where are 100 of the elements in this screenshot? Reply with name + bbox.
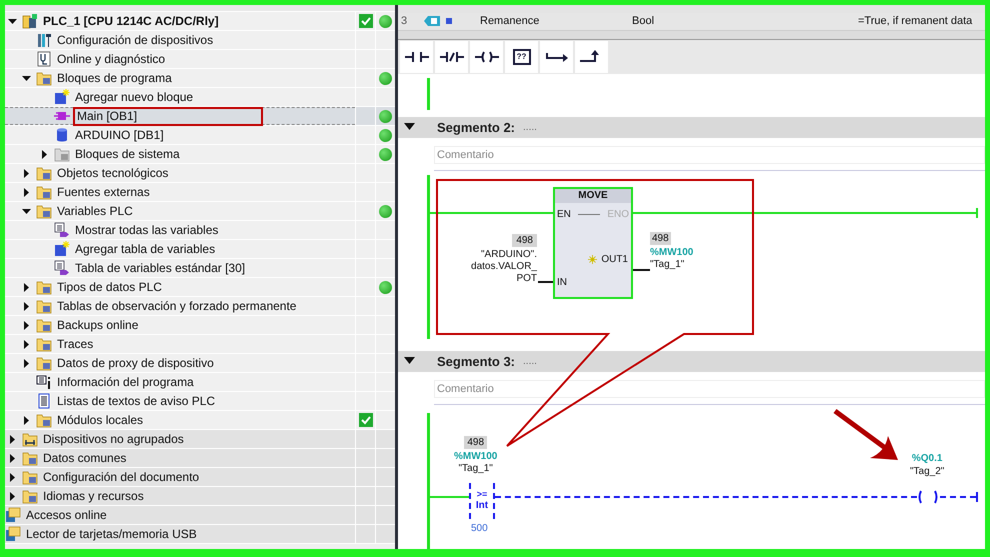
toolbar-button[interactable] xyxy=(400,40,433,73)
address-text: %MW100 xyxy=(650,246,694,259)
caret-right-icon xyxy=(22,302,30,310)
add-icon xyxy=(54,89,70,105)
annotation-arrow xyxy=(834,408,898,460)
comment-field[interactable]: Comentario xyxy=(434,380,985,398)
toolbar-button[interactable] xyxy=(435,40,468,73)
tree-item[interactable]: Agregar tabla de variables xyxy=(73,242,218,256)
folder-icon xyxy=(36,184,52,200)
folder-icon xyxy=(36,355,52,371)
contact-icon xyxy=(404,50,428,64)
caret-down-icon xyxy=(22,74,30,82)
caret-right-icon xyxy=(8,472,16,482)
tree-item[interactable]: Información del programa xyxy=(55,374,196,390)
device-icon xyxy=(22,13,38,29)
compare-block[interactable]: >= Int xyxy=(469,482,495,519)
tag-text: "Tag_1" xyxy=(650,258,684,271)
folder-icon xyxy=(36,279,52,295)
folder-icon xyxy=(36,165,52,181)
tree-item[interactable]: Backups online xyxy=(55,318,140,332)
sparkle-icon xyxy=(588,254,598,264)
tree-item[interactable]: PLC_1 [CPU 1214C AC/DC/Rly] xyxy=(41,14,221,28)
tree-item[interactable]: Listas de textos de aviso PLC xyxy=(55,394,218,408)
folder-icon xyxy=(22,469,38,485)
card-reader-icon xyxy=(5,526,21,542)
caret-right-icon xyxy=(8,454,16,462)
folder-icon xyxy=(36,203,52,219)
type-text: Int xyxy=(476,500,488,512)
folder-icon xyxy=(36,412,52,428)
table-cell-text: =True, if remanent data xyxy=(858,14,972,30)
tree-item[interactable]: Accesos online xyxy=(24,508,109,522)
empty-box-icon: ?? xyxy=(512,48,530,65)
caret-right-icon xyxy=(22,282,30,292)
tree-item[interactable]: Datos de proxy de dispositivo xyxy=(55,356,216,370)
closed-contact-icon xyxy=(440,50,464,64)
table-cell-text: Bool xyxy=(631,14,656,30)
caret-right-icon xyxy=(22,188,30,196)
monitor-value: 498 xyxy=(650,232,671,245)
toolbar-button[interactable] xyxy=(540,40,573,73)
toolbar-button[interactable] xyxy=(470,40,503,73)
tag-icon xyxy=(424,16,440,26)
tree-item[interactable]: Variables PLC xyxy=(55,204,135,218)
caret-right-icon xyxy=(8,434,16,444)
tree-item[interactable]: Fuentes externas xyxy=(55,184,152,200)
tag-text: "Tag_1" xyxy=(458,462,493,475)
tree-item[interactable]: Tipos de datos PLC xyxy=(55,280,164,294)
toolbar-button[interactable]: ?? xyxy=(505,40,538,73)
caret-right-icon xyxy=(40,150,48,158)
add-icon xyxy=(54,241,70,257)
table-cell-text: Remanence xyxy=(480,14,540,30)
monitor-value: 498 xyxy=(464,436,488,449)
tree-item[interactable]: Módulos locales xyxy=(55,412,146,428)
row-number: 3 xyxy=(400,14,408,30)
operand-text: "ARDUINO". xyxy=(481,248,537,261)
coil-icon[interactable] xyxy=(916,490,940,504)
tree-item[interactable]: Traces xyxy=(55,336,96,352)
address-text: %Q0.1 xyxy=(912,452,942,465)
folder-icon xyxy=(36,70,52,86)
caret-right-icon xyxy=(8,492,16,500)
tree-item[interactable]: Online y diagnóstico xyxy=(55,52,168,66)
tree-item[interactable]: Configuración de dispositivos xyxy=(55,32,216,48)
pin-label: EN xyxy=(557,208,571,222)
scroll-bar[interactable] xyxy=(398,31,985,40)
comment-field[interactable]: Comentario xyxy=(434,146,985,164)
block-title: MOVE xyxy=(578,190,608,201)
caret-right-icon xyxy=(22,358,30,368)
network-icon xyxy=(22,431,38,447)
collapse-arrow-icon[interactable] xyxy=(404,357,415,366)
move-block[interactable]: MOVE EN ENO OUT1 IN xyxy=(553,186,633,299)
tree-item[interactable]: Main [OB1] xyxy=(73,106,263,126)
pin-label: IN xyxy=(557,276,567,288)
tool-icon xyxy=(36,32,52,48)
segment-dots: ..... xyxy=(523,354,537,369)
caret-right-icon xyxy=(22,320,30,330)
address-text: %MW100 xyxy=(454,450,498,463)
operand-text: datos.VALOR_ xyxy=(471,260,537,273)
caret-down-icon xyxy=(8,16,16,26)
tree-item[interactable]: Agregar nuevo bloque xyxy=(73,90,196,104)
pin-label: ENO xyxy=(607,208,629,222)
pin-label: OUT1 xyxy=(601,252,628,267)
folder-icon xyxy=(36,298,52,314)
tree-item[interactable]: Mostrar todas las variables xyxy=(73,222,220,238)
coil-icon xyxy=(474,50,498,64)
segment-title: Segmento 2: xyxy=(437,118,516,137)
card-reader-icon xyxy=(5,507,21,523)
tree-item[interactable]: Tablas de observación y forzado permanente xyxy=(55,298,298,314)
tree-item[interactable]: Datos comunes xyxy=(41,450,128,466)
collapse-arrow-icon[interactable] xyxy=(404,123,415,132)
tree-item[interactable]: Bloques de programa xyxy=(55,70,174,86)
operator-text: >= xyxy=(476,489,488,500)
folder-icon xyxy=(22,450,38,466)
tree-item[interactable]: Objetos tecnológicos xyxy=(55,166,170,180)
folder-icon xyxy=(36,317,52,333)
folder-icon xyxy=(36,336,52,352)
segment-title: Segmento 3: xyxy=(437,352,516,371)
tree-item[interactable]: Bloques de sistema xyxy=(73,146,182,162)
tree-item[interactable]: ARDUINO [DB1] xyxy=(73,128,166,142)
toolbar-button[interactable] xyxy=(575,40,608,73)
tree-item[interactable]: Tabla de variables estándar [30] xyxy=(73,260,248,276)
operand-text: POT xyxy=(516,272,537,285)
